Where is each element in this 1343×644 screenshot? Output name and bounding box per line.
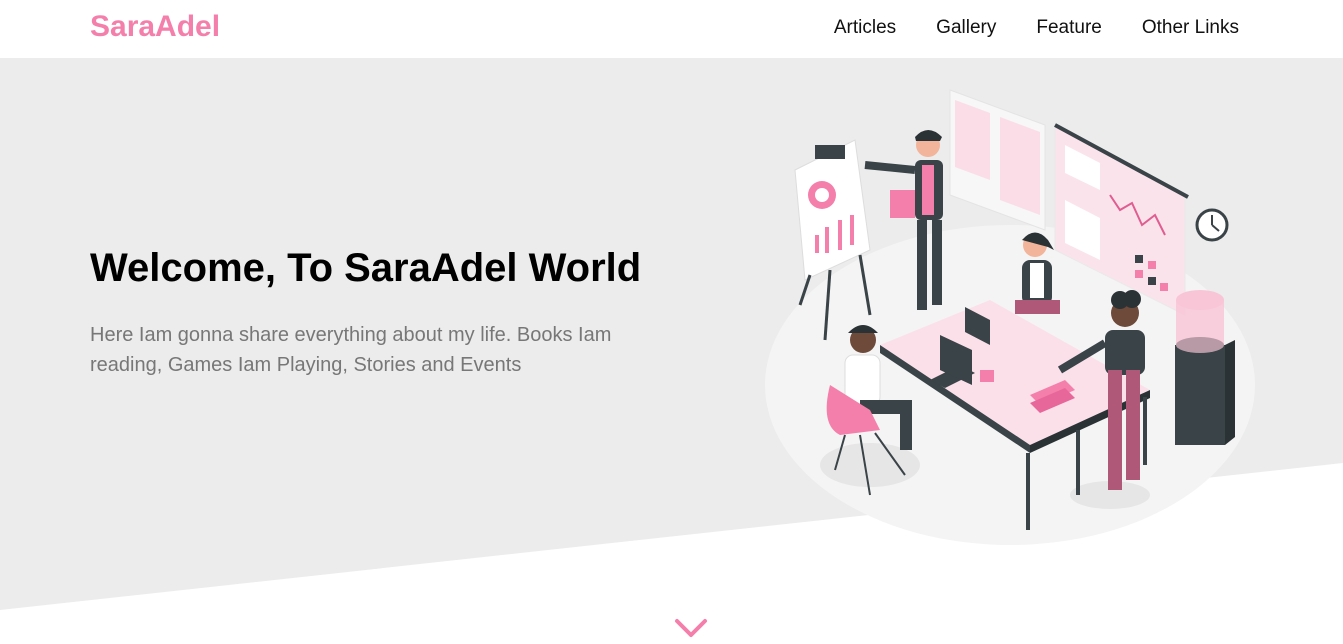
scroll-down-chevron-icon[interactable] [674, 610, 708, 640]
main-nav: Articles Gallery Feature Other Links [834, 17, 1239, 39]
nav-link-other-links[interactable]: Other Links [1142, 17, 1239, 39]
header: SaraAdel Articles Gallery Feature Other … [0, 0, 1343, 58]
team-meeting-illustration [765, 89, 1255, 545]
site-logo[interactable]: SaraAdel [90, 10, 220, 44]
nav-link-feature[interactable]: Feature [1036, 17, 1101, 39]
nav-link-gallery[interactable]: Gallery [936, 17, 996, 39]
landing-description: Here Iam gonna share everything about my… [90, 324, 612, 376]
landing-title: Welcome, To SaraAdel World [90, 246, 642, 290]
nav-link-articles[interactable]: Articles [834, 17, 896, 39]
